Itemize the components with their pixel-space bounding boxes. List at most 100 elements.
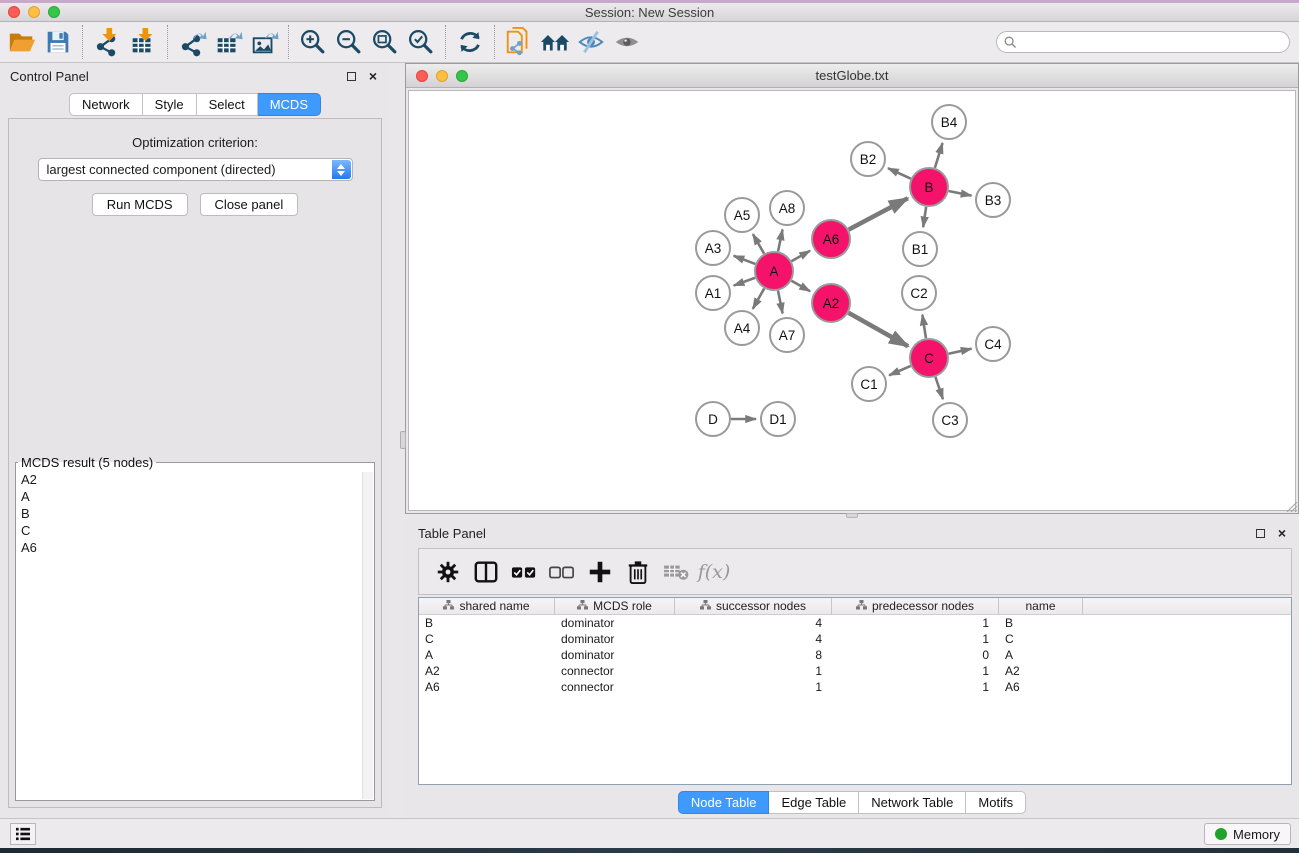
graph-node-C1[interactable]: C1 (852, 367, 886, 401)
table-cell[interactable]: connector (555, 663, 675, 679)
panel-splitter-grip[interactable] (400, 431, 406, 449)
tab-network-table[interactable]: Network Table (859, 791, 966, 814)
open-file-icon[interactable] (4, 24, 40, 60)
table-row[interactable]: Adominator80A (419, 647, 1291, 663)
graph-node-A[interactable]: A (755, 252, 793, 290)
graph-node-C4[interactable]: C4 (976, 327, 1010, 361)
close-panel-button[interactable]: Close panel (200, 193, 299, 216)
graph-node-B4[interactable]: B4 (932, 105, 966, 139)
graph-node-C3[interactable]: C3 (933, 403, 967, 437)
graph-node-B2[interactable]: B2 (851, 142, 885, 176)
edge-A-A7[interactable] (778, 291, 783, 314)
show-eye-icon[interactable] (609, 24, 645, 60)
resize-grip-icon[interactable] (1284, 499, 1297, 512)
tab-node-table[interactable]: Node Table (678, 791, 770, 814)
home-networks-icon[interactable] (537, 24, 573, 60)
column-header-name[interactable]: name (999, 598, 1083, 614)
graph-node-B3[interactable]: B3 (976, 183, 1010, 217)
table-cell[interactable]: 4 (675, 615, 832, 631)
horizontal-splitter-grip[interactable] (846, 513, 858, 518)
hide-columns-icon[interactable] (543, 554, 581, 590)
float-panel-icon[interactable] (344, 69, 358, 84)
graph-node-A3[interactable]: A3 (696, 231, 730, 265)
table-cell[interactable]: A (419, 647, 555, 663)
edge-A-A6[interactable] (791, 251, 810, 261)
graph-node-A5[interactable]: A5 (725, 198, 759, 232)
network-canvas[interactable]: B4B2BB3A8A5A6A3B1AA1C2A2A4A7C4CC1DD1C3 (408, 90, 1296, 511)
result-list-item[interactable]: C (17, 523, 361, 540)
export-network-icon[interactable] (174, 24, 210, 60)
network-window-titlebar[interactable]: testGlobe.txt (406, 64, 1298, 88)
graph-node-B1[interactable]: B1 (903, 232, 937, 266)
result-list-item[interactable]: A (17, 489, 361, 506)
refresh-icon[interactable] (452, 24, 488, 60)
criterion-dropdown[interactable]: largest connected component (directed) (38, 158, 353, 181)
run-mcds-button[interactable]: Run MCDS (92, 193, 188, 216)
result-list-item[interactable]: A6 (17, 540, 361, 557)
table-cell[interactable]: 1 (832, 679, 999, 695)
split-columns-icon[interactable] (467, 554, 505, 590)
table-close-panel-icon[interactable]: × (1275, 525, 1289, 541)
edge-B-B1[interactable] (923, 207, 926, 227)
edge-A-A8[interactable] (778, 230, 783, 252)
graph-node-C[interactable]: C (910, 339, 948, 377)
table-settings-icon[interactable] (429, 554, 467, 590)
zoom-selected-icon[interactable] (403, 24, 439, 60)
result-scrollbar[interactable] (362, 472, 373, 799)
edge-B-B4[interactable] (935, 143, 943, 168)
result-list-item[interactable]: B (17, 506, 361, 523)
edge-A-A3[interactable] (734, 256, 756, 264)
zoom-in-icon[interactable] (295, 24, 331, 60)
save-session-icon[interactable] (40, 24, 76, 60)
tab-motifs[interactable]: Motifs (966, 791, 1026, 814)
delete-column-icon[interactable] (619, 554, 657, 590)
add-column-icon[interactable] (581, 554, 619, 590)
task-history-button[interactable] (10, 823, 36, 845)
table-cell[interactable]: C (999, 631, 1083, 647)
table-cell[interactable]: A6 (419, 679, 555, 695)
tab-select[interactable]: Select (197, 93, 258, 116)
graph-node-A2[interactable]: A2 (812, 284, 850, 322)
column-header-shared-name[interactable]: shared name (419, 598, 555, 614)
table-cell[interactable]: 1 (832, 631, 999, 647)
table-cell[interactable]: dominator (555, 615, 675, 631)
tab-edge-table[interactable]: Edge Table (769, 791, 859, 814)
graph-node-A6[interactable]: A6 (812, 220, 850, 258)
table-cell[interactable]: dominator (555, 631, 675, 647)
edge-B-B2[interactable] (888, 168, 911, 178)
table-cell[interactable]: 1 (675, 663, 832, 679)
search-box[interactable] (996, 31, 1290, 53)
tab-network[interactable]: Network (69, 93, 143, 116)
edge-A2-C[interactable] (848, 313, 908, 346)
search-input[interactable] (1022, 35, 1272, 49)
graph-node-A7[interactable]: A7 (770, 318, 804, 352)
table-cell[interactable]: 1 (675, 679, 832, 695)
table-cell[interactable]: A2 (419, 663, 555, 679)
edge-A-A1[interactable] (734, 278, 755, 286)
table-row[interactable]: Cdominator41C (419, 631, 1291, 647)
node-table[interactable]: shared nameMCDS rolesuccessor nodesprede… (418, 597, 1292, 785)
table-row[interactable]: Bdominator41B (419, 615, 1291, 631)
table-cell[interactable]: dominator (555, 647, 675, 663)
column-header-successor-nodes[interactable]: successor nodes (675, 598, 832, 614)
mcds-result-list[interactable]: A2ABCA6 (17, 472, 361, 799)
edge-C-C3[interactable] (935, 377, 943, 399)
table-cell[interactable]: C (419, 631, 555, 647)
network-document-icon[interactable] (501, 24, 537, 60)
table-cell[interactable]: A6 (999, 679, 1083, 695)
graph-node-D[interactable]: D (696, 402, 730, 436)
show-columns-icon[interactable] (505, 554, 543, 590)
close-panel-icon[interactable]: × (366, 68, 380, 84)
table-cell[interactable]: 0 (832, 647, 999, 663)
tab-style[interactable]: Style (143, 93, 197, 116)
import-table-icon[interactable] (125, 24, 161, 60)
table-row[interactable]: A6connector11A6 (419, 679, 1291, 695)
export-image-icon[interactable] (246, 24, 282, 60)
edge-A-A2[interactable] (791, 281, 810, 291)
table-cell[interactable]: B (999, 615, 1083, 631)
edge-C-C2[interactable] (922, 315, 926, 338)
graph-node-C2[interactable]: C2 (902, 276, 936, 310)
table-cell[interactable]: B (419, 615, 555, 631)
zoom-out-icon[interactable] (331, 24, 367, 60)
zoom-fit-icon[interactable] (367, 24, 403, 60)
